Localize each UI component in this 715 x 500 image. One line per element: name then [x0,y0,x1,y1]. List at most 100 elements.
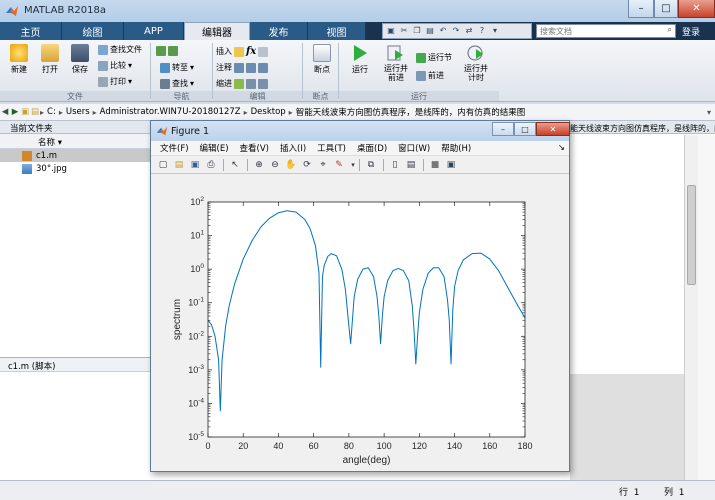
zoom-in-icon[interactable]: ⊕ [253,159,265,171]
new-figure-icon[interactable]: ▢ [157,159,169,171]
undo-icon[interactable]: ↶ [438,26,448,36]
chevron-down-icon: ▾ [128,61,133,70]
figure-title-bar[interactable]: Figure 1 – □ ✕ [151,121,570,141]
tab-home[interactable]: 主页 [0,22,62,40]
figure-close-button[interactable]: ✕ [536,122,570,136]
search-documentation-input[interactable]: 搜索文档 ⌕ [536,24,676,38]
help-icon[interactable]: ? [477,26,487,36]
more-icon[interactable]: ▾ [490,26,500,36]
dock-arrow-icon[interactable]: ↘ [558,143,565,153]
comment-icon [234,62,244,73]
paste-icon[interactable]: ▤ [425,26,435,36]
figure-minimize-button[interactable]: – [492,122,514,136]
file-row[interactable]: c1.m [0,149,151,162]
comment-button[interactable]: 注释 [216,62,268,73]
copy-icon[interactable]: ❐ [412,26,422,36]
menu-insert[interactable]: 插入(I) [280,142,306,154]
group-label-breakpoints: 断点 [303,91,338,101]
fx-icon[interactable]: fx [246,46,256,57]
breadcrumb-users[interactable]: Users [66,107,90,117]
link-plot-icon[interactable]: ⧉ [365,159,377,171]
maximize-icon: □ [661,3,671,14]
scrollbar-thumb[interactable] [687,185,696,285]
figure-maximize-button[interactable]: □ [514,122,536,136]
breadcrumb-folder[interactable]: 智能天线波束方向图仿真程序，是线阵的，内有仿真的结果图 [296,106,526,118]
plot-area[interactable]: 10-5 10-4 10-3 10-2 10-1 100 101 102 0 20 40 60 80 10… [151,174,569,471]
menu-window[interactable]: 窗口(W) [398,142,430,154]
breadcrumb-desktop[interactable]: Desktop [251,107,286,117]
run-section-button[interactable]: 运行节 [416,52,452,63]
breadcrumb-user[interactable]: Administrator.WIN7U-20180127Z [100,107,241,117]
figure-window[interactable]: Figure 1 – □ ✕ 文件(F) 编辑(E) 查看(V) 插入(I) 工… [150,120,570,472]
switch-windows-icon[interactable]: ⇄ [464,26,474,36]
compare-button[interactable]: 比较 ▾ [98,60,132,71]
path-dropdown-icon[interactable]: ▾ [707,108,711,117]
command-window-area[interactable] [570,374,684,480]
col-value: 1 [678,488,685,498]
run-and-advance-button[interactable]: 运行并 前进 [382,44,410,82]
advance-button[interactable]: 前进 [416,70,444,81]
goto-button[interactable]: 转至 ▾ [160,62,194,73]
colorbar-icon[interactable]: ▯ [389,159,401,171]
run-and-time-button[interactable]: 运行并 计时 [462,44,490,82]
tab-publish[interactable]: 发布 [250,22,308,40]
x-tick-label: 20 [238,441,248,451]
breakpoints-button[interactable]: 断点 [308,44,336,75]
find-button[interactable]: 查找 ▾ [160,78,194,89]
indent-button[interactable]: 缩进 [216,78,268,89]
menu-edit[interactable]: 编辑(E) [200,142,229,154]
print-figure-icon[interactable]: ⎙ [205,159,217,171]
back-arrow-icon[interactable]: ◀ [0,107,10,117]
y-tick-label: 10-3 [188,364,204,375]
tab-view[interactable]: 视图 [308,22,366,40]
spectrum-chart[interactable]: 10-5 10-4 10-3 10-2 10-1 100 101 102 0 20 40 60 80 10… [151,174,569,471]
open-button[interactable]: 打开 [36,44,64,75]
breadcrumb-drive[interactable]: C: [47,107,56,117]
new-button[interactable]: 新建 [5,44,33,75]
hide-plot-tools-icon[interactable]: ■ [429,159,441,171]
insert-button[interactable]: 插入 fx [216,46,269,57]
find-files-button[interactable]: 查找文件 [98,44,142,55]
save-button[interactable]: 保存 [66,44,94,75]
data-cursor-icon[interactable]: ⌖ [317,159,329,171]
forward-arrow-icon[interactable]: ▶ [10,107,20,117]
cut-icon[interactable]: ✂ [399,26,409,36]
save-icon[interactable]: ▣ [386,26,396,36]
editor-scrollbar[interactable] [684,135,698,480]
nav-back-forward[interactable] [156,46,178,56]
arrow-icon [156,46,166,56]
menu-desktop[interactable]: 桌面(D) [357,142,387,154]
maximize-button[interactable]: □ [654,0,678,18]
x-tick-label: 40 [273,441,283,451]
chevron-down-icon[interactable]: ▾ [347,159,359,171]
rotate-icon[interactable]: ⟳ [301,159,313,171]
brush-icon[interactable]: ✎ [333,159,345,171]
print-button[interactable]: 打印 ▾ [98,76,132,87]
browse-folder-icon[interactable]: ▤ [30,107,40,117]
run-button[interactable]: 运行 [346,44,374,75]
tab-plots[interactable]: 绘图 [62,22,124,40]
up-folder-icon[interactable]: ▣ [20,107,30,117]
name-column-header[interactable]: 名称 ▾ [0,134,151,149]
redo-icon[interactable]: ↷ [451,26,461,36]
edit-plot-icon[interactable]: ↖ [229,159,241,171]
open-file-icon[interactable]: ▤ [173,159,185,171]
x-tick-label: 80 [344,441,354,451]
menu-tools[interactable]: 工具(T) [317,142,346,154]
search-icon[interactable]: ⌕ [668,25,672,35]
pan-icon[interactable]: ✋ [285,159,297,171]
menu-file[interactable]: 文件(F) [160,142,189,154]
file-row[interactable]: 30°.jpg [0,162,151,175]
workspace-scrollbar[interactable] [698,135,715,480]
zoom-out-icon[interactable]: ⊖ [269,159,281,171]
menu-view[interactable]: 查看(V) [240,142,269,154]
login-link[interactable]: 登录 [682,25,700,38]
tab-editor[interactable]: 编辑器 [184,22,250,40]
legend-icon[interactable]: ▤ [405,159,417,171]
show-plot-tools-icon[interactable]: ▣ [445,159,457,171]
close-button[interactable]: ✕ [678,0,715,18]
tab-apps[interactable]: APP [124,22,184,40]
menu-help[interactable]: 帮助(H) [441,142,471,154]
minimize-button[interactable]: – [628,0,654,18]
save-figure-icon[interactable]: ▣ [189,159,201,171]
